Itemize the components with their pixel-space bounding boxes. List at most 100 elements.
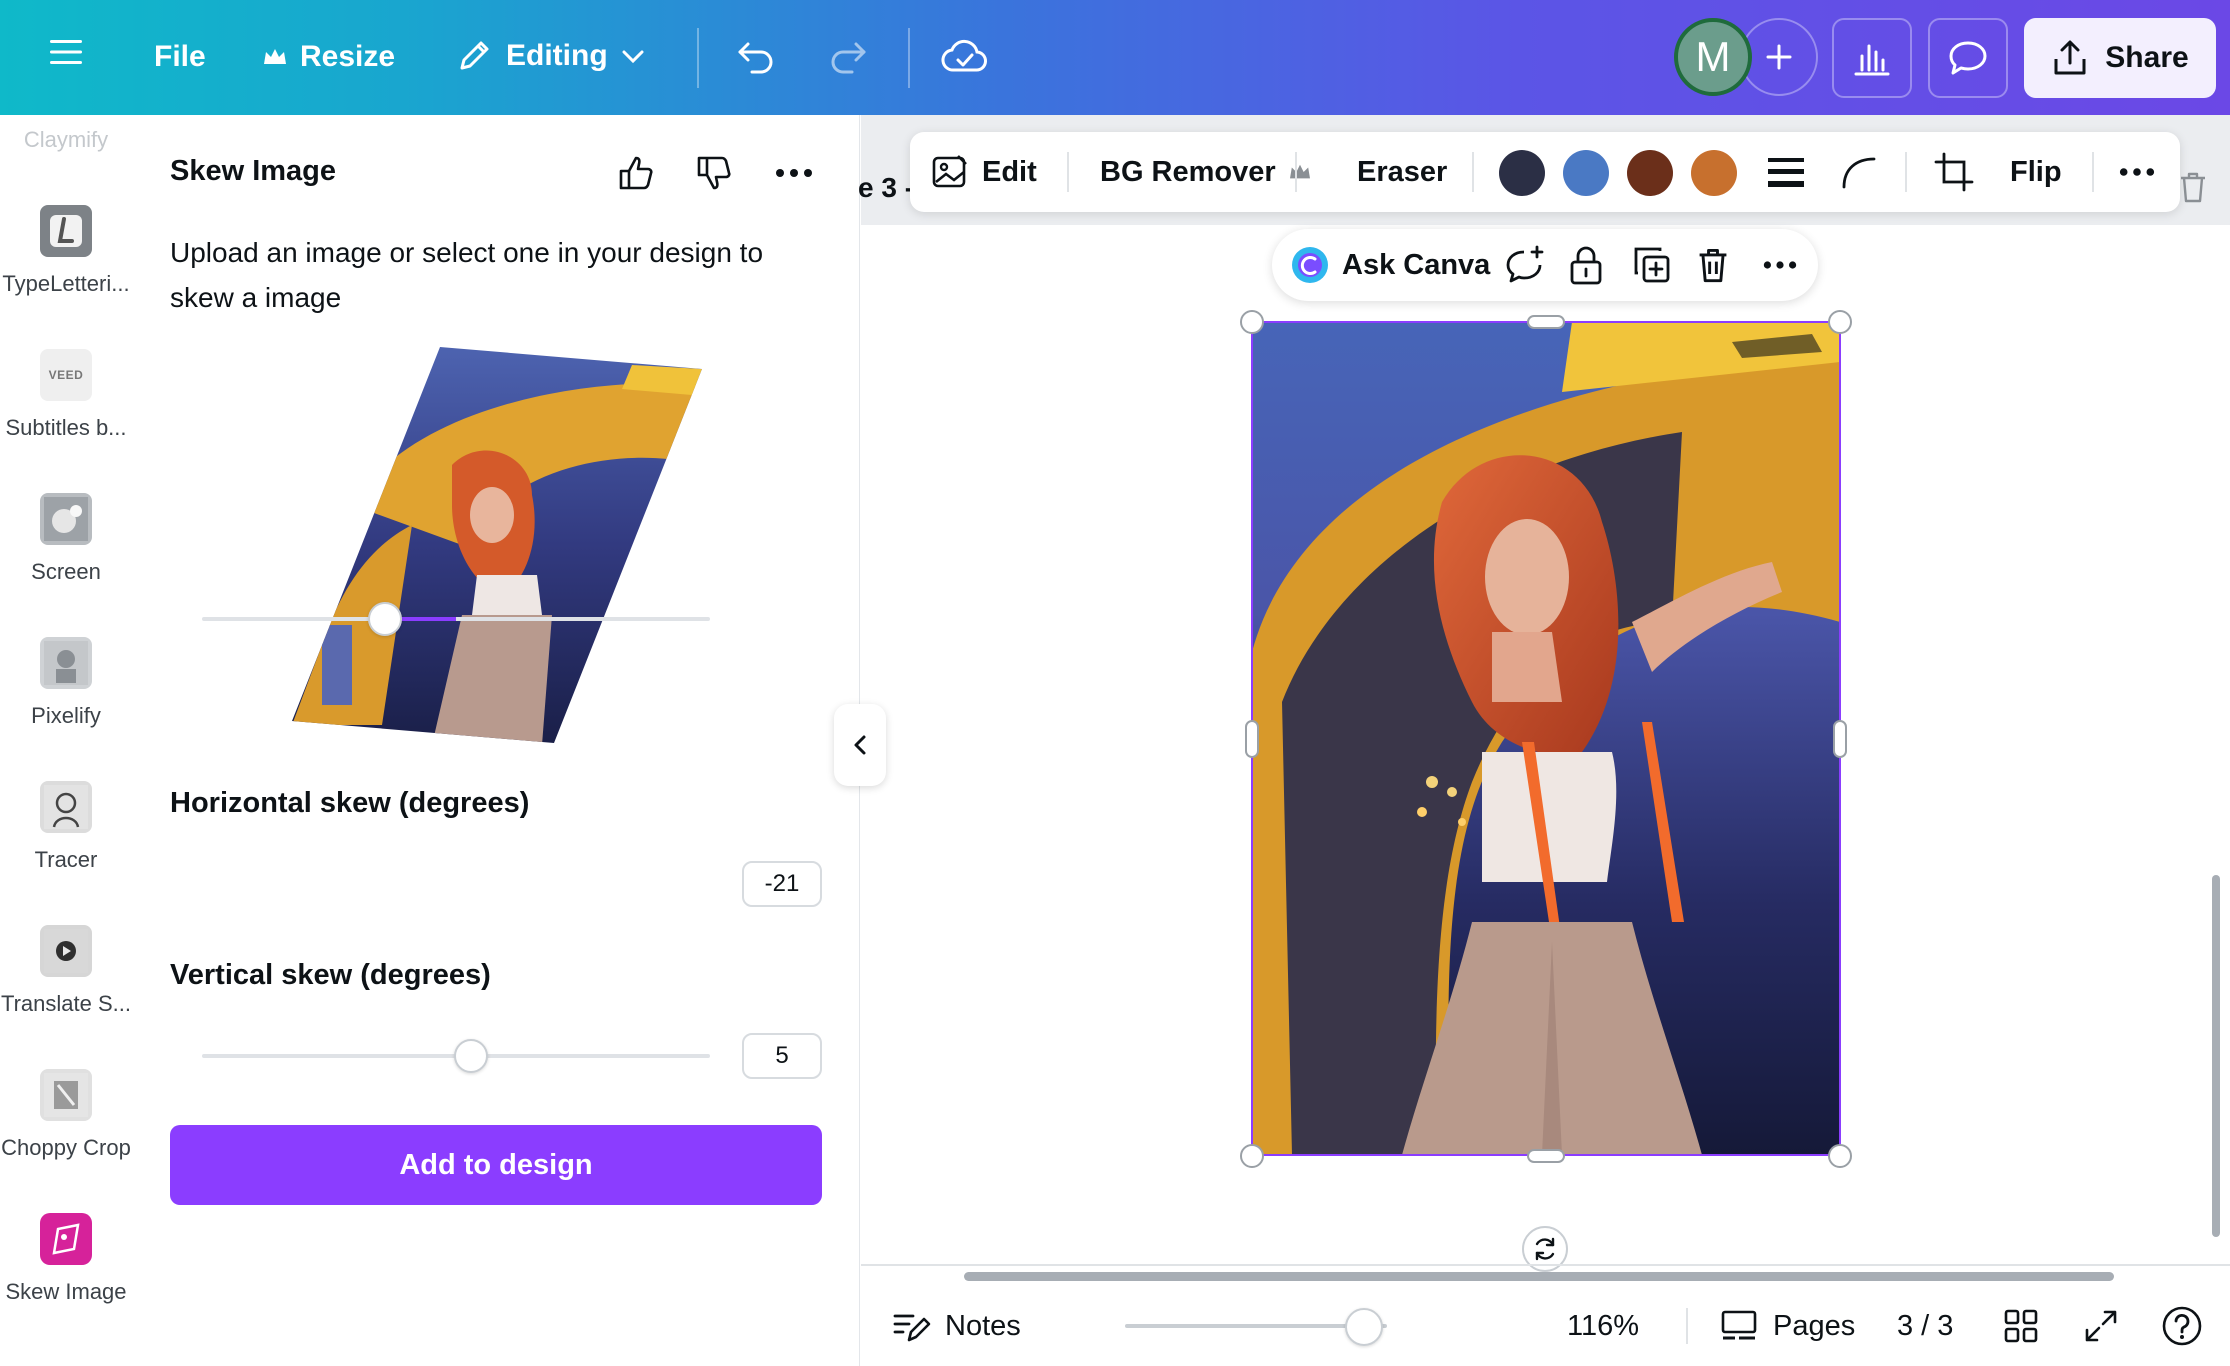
plus-icon (1766, 44, 1792, 70)
choppy-crop-icon (40, 1069, 92, 1121)
color-swatch-4[interactable] (1691, 150, 1737, 196)
element-more-button[interactable] (1762, 229, 1798, 301)
horizontal-scrollbar[interactable] (964, 1272, 2114, 1281)
share-button[interactable]: Share (2024, 18, 2216, 98)
vertical-skew-thumb[interactable] (454, 1039, 489, 1073)
horizontal-skew-slider[interactable] (202, 602, 710, 636)
more-horizontal-icon (776, 169, 812, 177)
page-counter[interactable]: 3 / 3 (1897, 1286, 1953, 1366)
expand-icon (2085, 1310, 2117, 1342)
lock-button[interactable] (1568, 229, 1604, 301)
vertical-skew-slider[interactable] (202, 1039, 710, 1073)
color-swatch-1[interactable] (1499, 150, 1545, 196)
undo-icon (738, 42, 773, 74)
rail-item-screen[interactable]: Screen (0, 493, 132, 585)
rail-item-skew-image[interactable]: Skew Image (0, 1213, 132, 1305)
add-comment-button[interactable] (1504, 229, 1546, 301)
rail-item-label: Screen (31, 559, 101, 584)
toolbar-more-button[interactable] (2118, 132, 2156, 212)
border-style-button[interactable] (1766, 132, 1806, 212)
ask-canva-button[interactable]: Ask Canva (1290, 229, 1490, 301)
avatar[interactable]: M (1674, 18, 1752, 96)
resize-handle-left[interactable] (1245, 720, 1259, 758)
top-bar: File Resize Editing M Share (0, 0, 2230, 115)
toolbar-divider (1067, 152, 1069, 192)
horizontal-skew-thumb[interactable] (367, 602, 402, 636)
bar-chart-icon (1854, 44, 1890, 76)
rail-item-tracer[interactable]: Tracer (0, 781, 132, 873)
resize-handle-bottom-left[interactable] (1240, 1144, 1264, 1168)
rail-partial-label: Claymify (23, 127, 109, 152)
thumbs-down-button[interactable] (692, 151, 736, 195)
zoom-percentage[interactable]: 116% (1567, 1286, 1639, 1366)
collapse-panel-button[interactable] (834, 704, 886, 786)
resize-handle-top-left[interactable] (1240, 310, 1264, 334)
horizontal-skew-input[interactable]: -21 (742, 861, 822, 907)
flip-button[interactable]: Flip (2010, 132, 2062, 212)
rail-item-label: Choppy Crop (1, 1135, 131, 1160)
resize-handle-right[interactable] (1833, 720, 1847, 758)
color-swatch-3[interactable] (1627, 150, 1673, 196)
editing-mode-button[interactable]: Editing (454, 36, 646, 76)
help-icon (2162, 1306, 2202, 1346)
canva-assistant-icon (1292, 247, 1328, 283)
horizontal-skew-value: -21 (764, 870, 800, 897)
file-menu-button[interactable]: File (154, 40, 206, 74)
bg-remover-label: BG Remover (1100, 155, 1276, 188)
panel-more-button[interactable] (772, 151, 816, 195)
fullscreen-button[interactable] (2083, 1286, 2119, 1366)
grid-view-button[interactable] (2003, 1286, 2039, 1366)
pages-button[interactable]: Pages (1719, 1286, 1855, 1366)
crop-button[interactable] (1934, 132, 1974, 212)
color-swatch-2[interactable] (1563, 150, 1609, 196)
trash-icon (1699, 249, 1727, 283)
redo-icon (831, 42, 866, 74)
rail-item-pixelify[interactable]: Pixelify (0, 637, 132, 729)
redo-button[interactable] (826, 36, 870, 76)
rail-item-label: Translate S... (0, 991, 131, 1016)
context-toolbar: Edit BG Remover Eraser Flip (910, 132, 2180, 212)
crop-icon (1934, 152, 1974, 192)
resize-handle-bottom[interactable] (1527, 1149, 1565, 1163)
rail-item-typelettering[interactable]: TypeLetteri... (0, 205, 132, 297)
notes-button[interactable]: Notes (891, 1286, 1021, 1366)
typelettering-icon (40, 205, 92, 257)
corner-rounding-button[interactable] (1840, 132, 1878, 212)
hamburger-icon (50, 40, 82, 64)
pencil-icon (460, 41, 489, 70)
help-button[interactable] (2161, 1286, 2203, 1366)
main-menu-button[interactable] (48, 36, 84, 68)
add-to-design-button[interactable]: Add to design (170, 1125, 822, 1205)
eraser-button[interactable]: Eraser (1357, 132, 1447, 212)
resize-handle-top-right[interactable] (1828, 310, 1852, 334)
delete-button[interactable] (1696, 229, 1730, 301)
crown-icon (264, 49, 286, 64)
edit-image-button[interactable]: Edit (930, 132, 1037, 212)
comments-button[interactable] (1928, 18, 2008, 98)
veed-icon-text: VEED (48, 368, 84, 382)
delete-page-button[interactable] (2178, 170, 2208, 209)
undo-button[interactable] (734, 36, 778, 76)
rail-item-subtitles[interactable]: VEED Subtitles b... (0, 349, 132, 441)
resize-button[interactable]: Resize (262, 40, 395, 74)
topbar-divider (908, 28, 910, 88)
vertical-skew-input[interactable]: 5 (742, 1033, 822, 1079)
insights-button[interactable] (1832, 18, 1912, 98)
duplicate-icon (1634, 247, 1670, 283)
rail-item-choppy-crop[interactable]: Choppy Crop (0, 1069, 132, 1161)
resize-handle-top[interactable] (1527, 315, 1565, 329)
resize-handle-bottom-right[interactable] (1828, 1144, 1852, 1168)
vertical-skew-label: Vertical skew (degrees) (170, 959, 491, 991)
rail-item-translate[interactable]: Translate S... (0, 925, 132, 1017)
vertical-scrollbar[interactable] (2212, 875, 2220, 1237)
horizontal-skew-label: Horizontal skew (degrees) (170, 787, 530, 819)
element-floating-bar: Ask Canva (1272, 229, 1818, 301)
cloud-save-button[interactable] (940, 34, 990, 78)
zoom-slider-thumb[interactable] (1345, 1308, 1383, 1346)
bottom-bar: Notes 116% Pages 3 / 3 (861, 1286, 2230, 1366)
duplicate-button[interactable] (1632, 229, 1672, 301)
thumbs-up-button[interactable] (614, 151, 658, 195)
translate-icon (40, 925, 92, 977)
bg-remover-button[interactable]: BG Remover (1100, 132, 1312, 212)
skewed-photo-preview (292, 347, 702, 743)
